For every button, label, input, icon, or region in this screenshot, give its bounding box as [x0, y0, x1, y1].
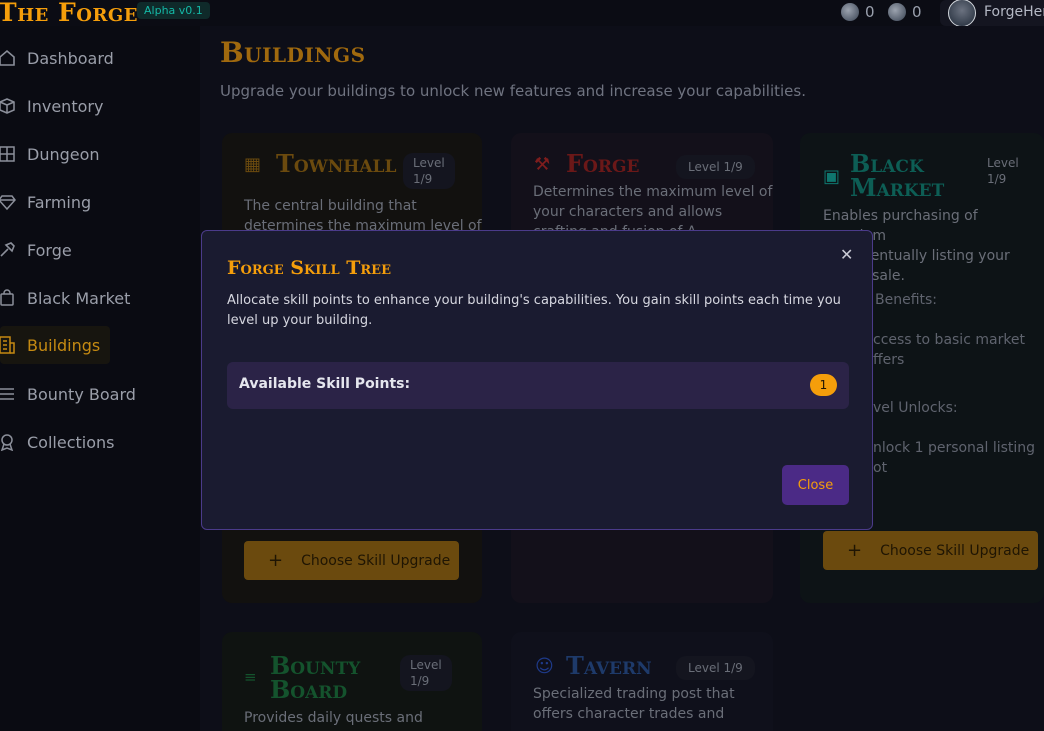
gem-coin-counter: 0	[888, 3, 922, 21]
benefit-line: ffers	[873, 352, 905, 368]
desc-line: Determines the maximum level of	[533, 184, 773, 200]
bounty-board-desc: Provides daily quests and	[244, 710, 423, 726]
ore-coin-counter: 0	[841, 3, 875, 21]
unlocks-heading: vel Unlocks:	[873, 400, 958, 416]
modal-description: Allocate skill points to enhance your bu…	[227, 293, 841, 328]
version-badge: Alpha v0.1	[137, 2, 210, 19]
townhall-level-badge: Level 1/9	[403, 153, 455, 189]
desc-line: offers character trades and	[533, 706, 725, 722]
upgrade-label: Choose Skill Upgrade	[301, 552, 451, 569]
sidebar-item-dashboard[interactable]: Dashboard	[0, 40, 190, 76]
hammer-icon: ⚒	[534, 154, 551, 175]
gem-icon	[0, 193, 20, 211]
ore-coin-icon	[841, 3, 859, 21]
username: ForgeHer	[984, 4, 1044, 20]
building-icon	[0, 335, 20, 355]
level-value: 1/9	[413, 172, 433, 186]
avatar[interactable]	[948, 0, 976, 27]
list-icon	[0, 385, 20, 403]
level-value: 1/9	[410, 674, 430, 688]
townhall-upgrade-button[interactable]: + Choose Skill Upgrade	[244, 541, 459, 580]
skill-points-panel: Available Skill Points: 1	[227, 362, 849, 409]
sidebar-item-forge[interactable]: Forge	[0, 232, 190, 268]
level-text: Level	[987, 156, 1019, 170]
forge-level-badge: Level 1/9	[676, 155, 755, 179]
box-icon	[0, 97, 20, 115]
sidebar-item-collections[interactable]: Collections	[0, 424, 190, 460]
home-icon	[0, 49, 20, 67]
sidebar-item-label: Dashboard	[27, 48, 114, 68]
list-icon: ≡	[244, 668, 257, 686]
sidebar-item-buildings[interactable]: Buildings	[0, 326, 110, 364]
page-title: Buildings	[220, 36, 366, 69]
black-market-level-badge: Level 1/9	[977, 153, 1029, 189]
benefit-line: ccess to basic market	[873, 332, 1026, 348]
skill-points-badge: 1	[810, 374, 837, 396]
bag-icon	[0, 289, 20, 307]
gem-coin-icon	[888, 3, 906, 21]
sidebar-item-bounty-board[interactable]: Bounty Board	[0, 376, 190, 412]
close-button[interactable]: Close	[782, 465, 849, 505]
sidebar-item-label: Dungeon	[27, 144, 100, 164]
bounty-board-title: Bounty Board	[270, 654, 360, 702]
tavern-level-badge: Level 1/9	[676, 656, 755, 680]
title-line: Market	[850, 173, 945, 202]
unlock-line: ot	[873, 460, 888, 476]
plus-icon: +	[268, 550, 284, 571]
black-market-title: Black Market	[850, 152, 944, 200]
desc-line: The central building that	[244, 198, 417, 214]
upgrade-label: Choose Skill Upgrade	[880, 542, 1030, 559]
townhall-title: Townhall	[276, 149, 397, 178]
unlock-line: nlock 1 personal listing	[873, 440, 1036, 456]
hammer-icon	[0, 241, 20, 259]
tavern-title: Tavern	[566, 651, 652, 680]
plus-icon: +	[847, 540, 863, 561]
unlocks-list: nlock 1 personal listing ot	[873, 438, 1035, 478]
sidebar-item-inventory[interactable]: Inventory	[0, 88, 190, 124]
user-icon: ☺	[535, 656, 554, 677]
level-text: Level	[413, 156, 445, 170]
building-icon: ▦	[244, 154, 262, 175]
level-value: 1/9	[987, 172, 1007, 186]
benefits-list: ccess to basic market ffers	[873, 330, 1025, 370]
sidebar-item-label: Bounty Board	[27, 384, 136, 404]
title-line: Board	[270, 675, 348, 704]
benefits-heading: Benefits:	[875, 292, 938, 308]
ore-coin-value: 0	[865, 3, 875, 21]
skill-tree-modal: Forge Skill Tree ✕ Allocate skill points…	[201, 230, 873, 530]
user-menu[interactable]: ForgeHer	[940, 0, 1044, 27]
desc-line: your characters and allows	[533, 204, 723, 220]
sidebar-item-label: Buildings	[27, 335, 101, 355]
bounty-board-level-badge: Level 1/9	[400, 655, 452, 691]
app-logo[interactable]: The Forge	[0, 0, 138, 27]
forge-title: Forge	[566, 149, 640, 178]
close-icon[interactable]: ✕	[840, 245, 853, 264]
page-subtitle: Upgrade your buildings to unlock new fea…	[220, 82, 806, 100]
black-market-upgrade-button[interactable]: + Choose Skill Upgrade	[823, 531, 1038, 570]
award-icon	[0, 433, 20, 451]
tavern-desc: Specialized trading post that offers cha…	[533, 684, 735, 724]
skill-points-label: Available Skill Points:	[239, 376, 411, 392]
sidebar-item-dungeon[interactable]: Dungeon	[0, 136, 190, 172]
sidebar-item-label: Farming	[27, 192, 92, 212]
sidebar-item-label: Black Market	[27, 288, 131, 308]
modal-title: Forge Skill Tree	[227, 257, 391, 279]
sidebar-item-black-market[interactable]: Black Market	[0, 280, 190, 316]
level-text: Level	[410, 658, 442, 672]
sidebar-item-label: Inventory	[27, 96, 104, 116]
gem-coin-value: 0	[912, 3, 922, 21]
sidebar-item-label: Collections	[27, 432, 115, 452]
bag-icon: ▣	[823, 166, 841, 187]
grid-icon	[0, 145, 20, 163]
sidebar-item-label: Forge	[27, 240, 72, 260]
top-bar: The Forge Alpha v0.1 0 0 ForgeHer	[0, 0, 1044, 27]
desc-line: Specialized trading post that	[533, 686, 735, 702]
sidebar-item-farming[interactable]: Farming	[0, 184, 190, 220]
